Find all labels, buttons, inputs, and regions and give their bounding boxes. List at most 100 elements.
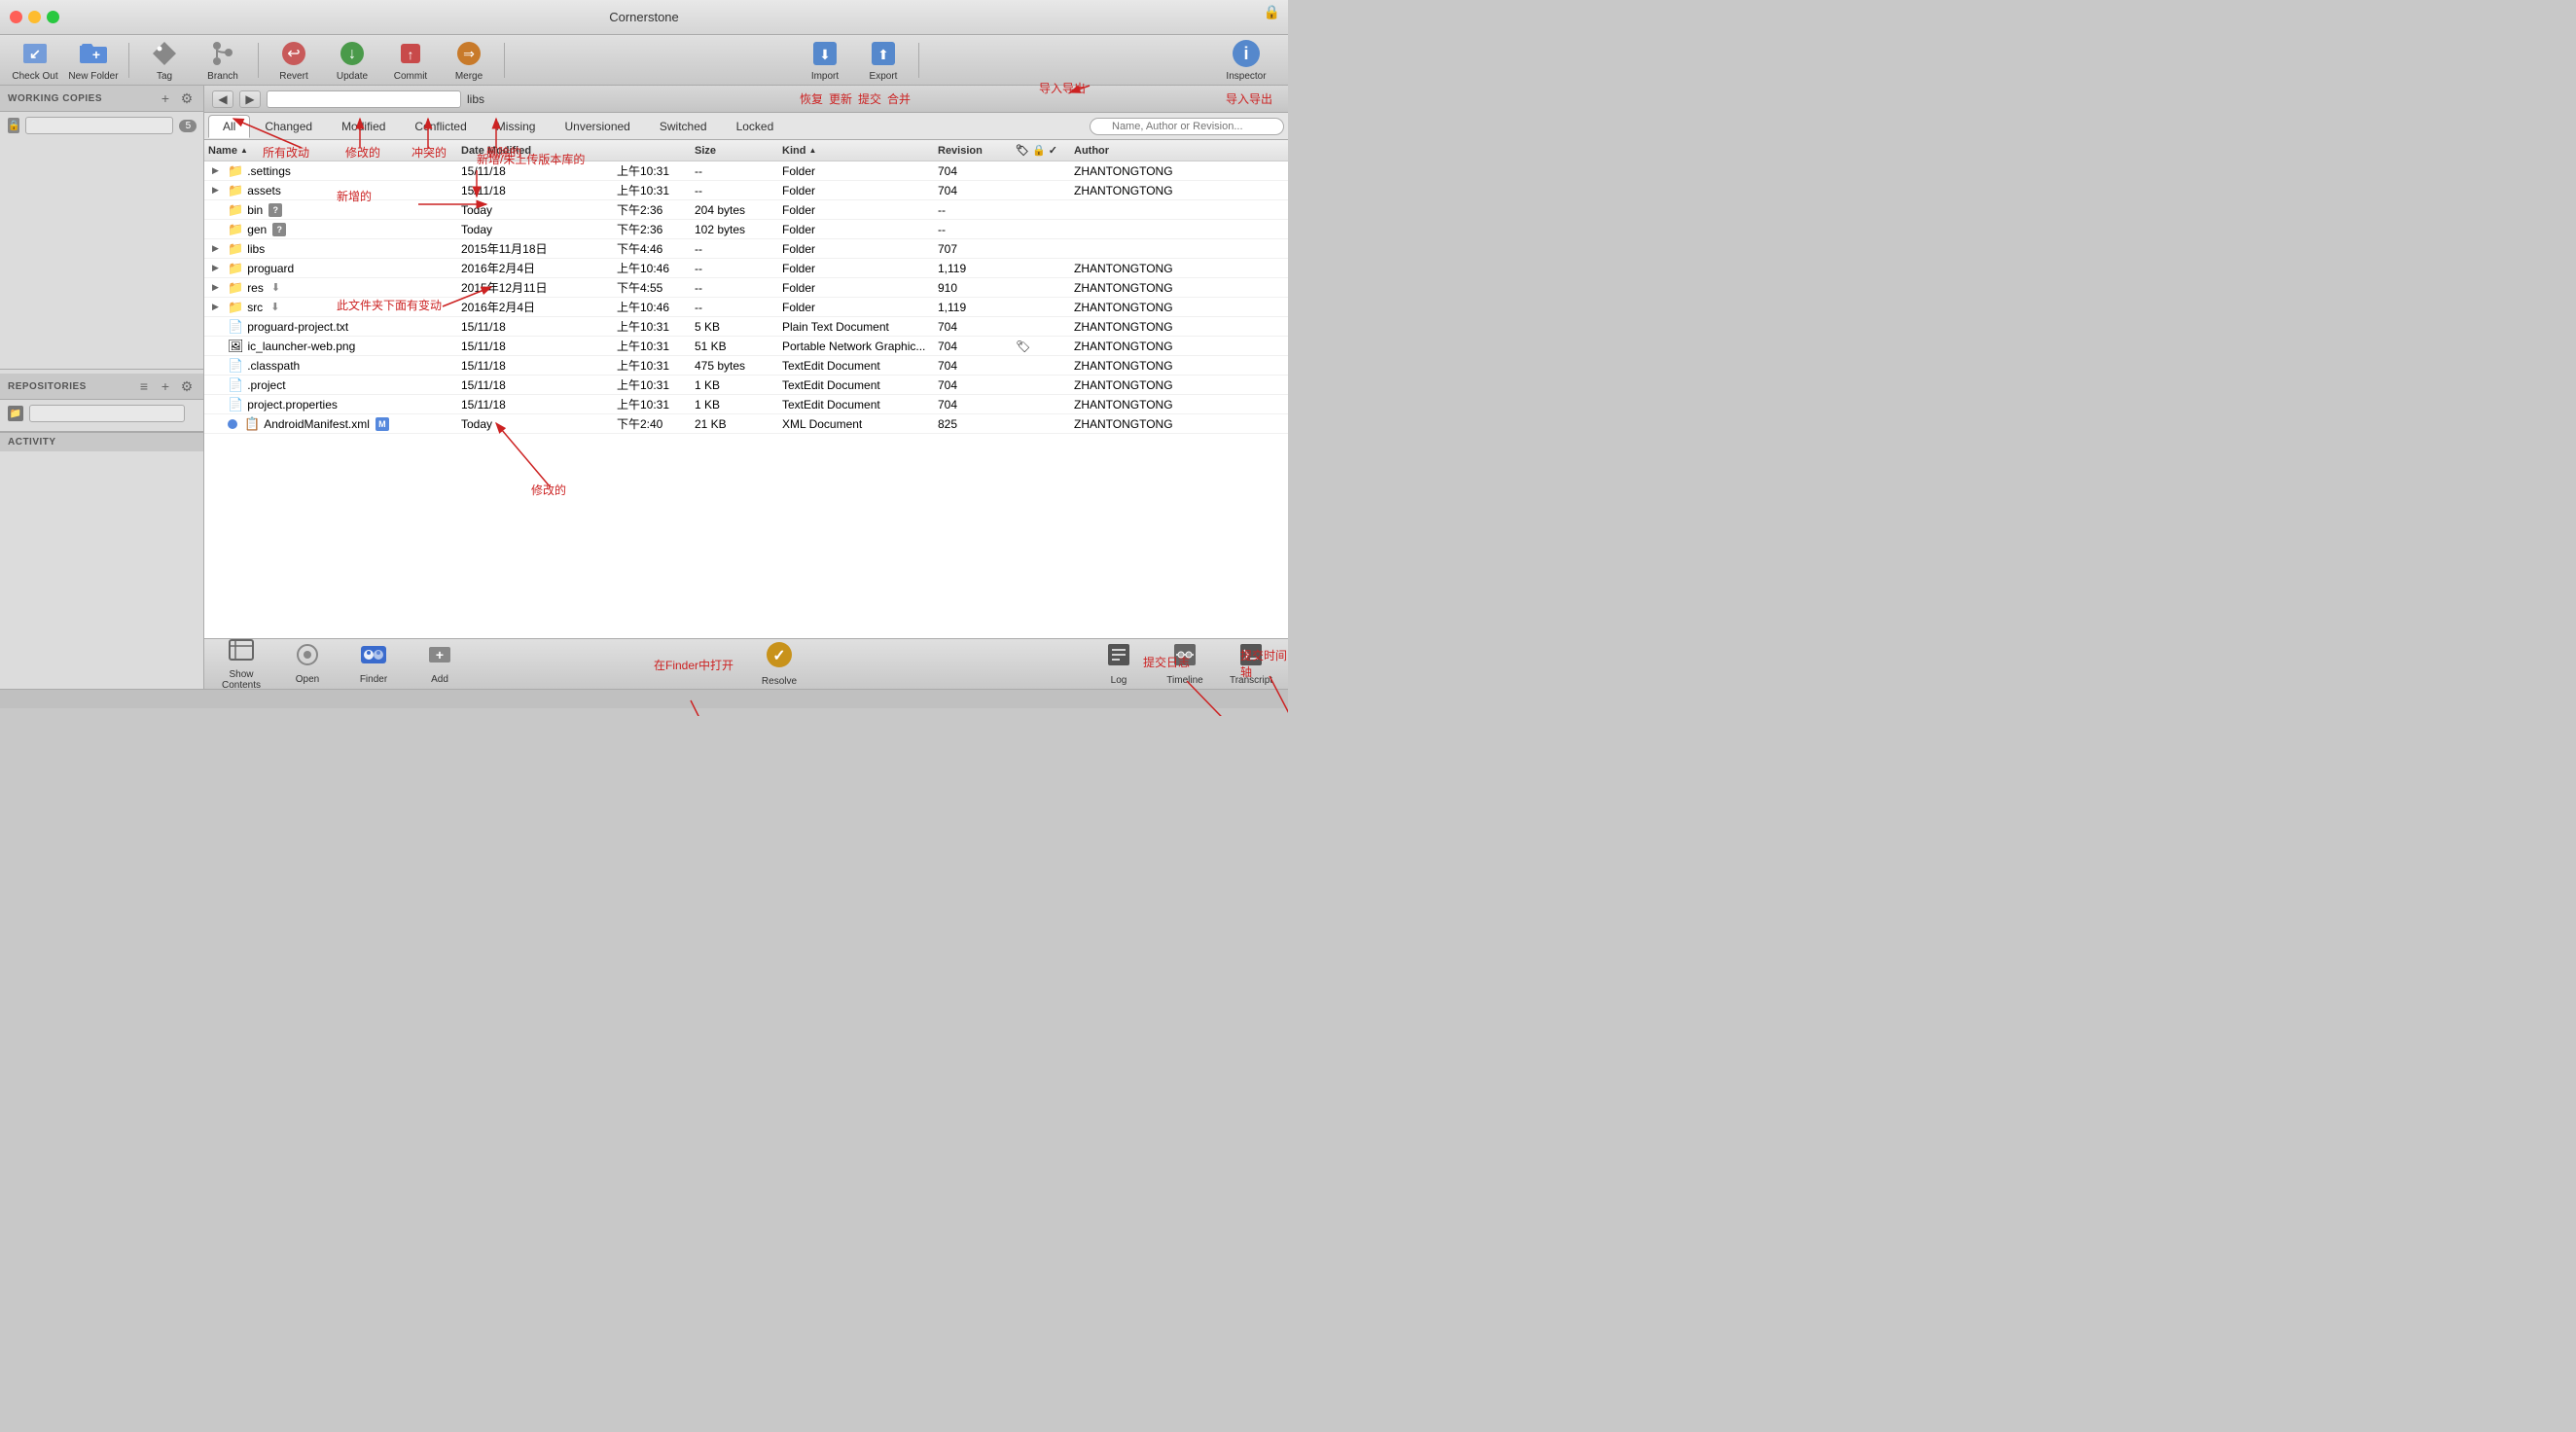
- tab-switched[interactable]: Switched: [645, 115, 722, 138]
- update-indicator: ⬇: [271, 281, 280, 294]
- forward-button[interactable]: ▶: [239, 90, 261, 108]
- tab-conflicted[interactable]: Conflicted: [400, 115, 481, 138]
- minimize-button[interactable]: [28, 11, 41, 23]
- tab-all[interactable]: All: [208, 115, 250, 138]
- show-contents-button[interactable]: Show Contents: [212, 642, 270, 687]
- table-row[interactable]: ▶ 📁 res ⬇ 2015年12月11日 下午4:55 -- Folder 9…: [204, 278, 1288, 298]
- tab-changed[interactable]: Changed: [250, 115, 327, 138]
- repo-item[interactable]: 📁: [0, 400, 203, 427]
- table-row[interactable]: ▶ 📁 libs 2015年11月18日 下午4:46 -- Folder 70…: [204, 239, 1288, 259]
- expand-arrow: ▶: [212, 243, 224, 254]
- repos-collapse-button[interactable]: ≡: [135, 377, 153, 395]
- folder-icon: 📁: [228, 261, 243, 276]
- row-name: gen: [247, 223, 267, 236]
- timeline-label: Timeline: [1166, 675, 1202, 686]
- tag-icon: [149, 38, 180, 69]
- row-name: .project: [247, 378, 285, 392]
- transcript-button[interactable]: Transcript: [1222, 642, 1280, 687]
- repo-input[interactable]: [29, 405, 185, 422]
- resolve-button[interactable]: ✓ Resolve: [750, 642, 808, 687]
- inspector-button[interactable]: i Inspector: [1212, 38, 1280, 83]
- branch-button[interactable]: Branch: [196, 38, 250, 83]
- export-button[interactable]: ⬆ Export: [856, 38, 911, 83]
- table-row[interactable]: ▶ 📁 src ⬇ 2016年2月4日 上午10:46 -- Folder 1,…: [204, 298, 1288, 317]
- add-button[interactable]: + Add: [411, 642, 469, 687]
- row-time: 上午10:46: [613, 299, 691, 315]
- working-copy-input[interactable]: [25, 117, 173, 134]
- show-contents-icon: [228, 638, 255, 667]
- table-row[interactable]: ▶ 📁 .settings 15/11/18 上午10:31 -- Folder…: [204, 161, 1288, 181]
- commit-action[interactable]: 提交: [858, 90, 881, 107]
- table-row[interactable]: 📁 gen ? Today 下午2:36 102 bytes Folder --: [204, 220, 1288, 239]
- revert-action[interactable]: 恢复: [800, 90, 823, 107]
- update-action[interactable]: 更新: [829, 90, 852, 107]
- import-export-action[interactable]: 导入导出: [1226, 90, 1272, 107]
- back-button[interactable]: ◀: [212, 90, 233, 108]
- row-revision: 704: [934, 184, 1012, 197]
- open-icon: [295, 643, 320, 672]
- table-row[interactable]: 📄 .project 15/11/18 上午10:31 1 KB TextEdi…: [204, 376, 1288, 395]
- table-row[interactable]: 📁 bin ? Today 下午2:36 204 bytes Folder --: [204, 200, 1288, 220]
- tab-modified[interactable]: Modified: [327, 115, 400, 138]
- row-name: .classpath: [247, 359, 300, 373]
- merge-action[interactable]: 合并: [887, 90, 911, 107]
- working-copy-item[interactable]: 🔒 5: [0, 112, 203, 139]
- close-button[interactable]: [10, 11, 22, 23]
- tab-missing[interactable]: Missing: [482, 115, 551, 138]
- col-header-name[interactable]: Name ▲: [204, 145, 457, 157]
- update-button[interactable]: ↓ Update: [325, 38, 379, 83]
- path-input[interactable]: [267, 90, 461, 108]
- commit-icon: ↑: [395, 38, 426, 69]
- sort-arrow: ▲: [240, 146, 248, 155]
- resolve-icon: ✓: [766, 641, 793, 674]
- finder-button[interactable]: Finder: [344, 642, 403, 687]
- table-row[interactable]: 📄 project.properties 15/11/18 上午10:31 1 …: [204, 395, 1288, 414]
- timeline-button[interactable]: Timeline: [1156, 642, 1214, 687]
- tab-locked[interactable]: Locked: [722, 115, 789, 138]
- tag-button[interactable]: Tag: [137, 38, 192, 83]
- table-row[interactable]: 🖼 ic_launcher-web.png 15/11/18 上午10:31 5…: [204, 337, 1288, 356]
- search-wrap: 🔍: [1090, 118, 1284, 135]
- branch-label: Branch: [207, 71, 238, 82]
- table-row[interactable]: 📋 AndroidManifest.xml M Today 下午2:40 21 …: [204, 414, 1288, 434]
- row-name: AndroidManifest.xml: [264, 417, 370, 431]
- row-size: 5 KB: [691, 320, 778, 334]
- add-repo-button[interactable]: +: [157, 377, 174, 395]
- row-size: 102 bytes: [691, 223, 778, 236]
- checkout-button[interactable]: ↙ Check Out: [8, 38, 62, 83]
- svg-text:⇒: ⇒: [463, 46, 475, 61]
- repo-settings-button[interactable]: ⚙: [178, 377, 196, 395]
- window-title: Cornerstone: [609, 10, 679, 24]
- svg-text:↩: ↩: [287, 46, 300, 62]
- row-kind: Portable Network Graphic...: [778, 340, 934, 353]
- revert-button[interactable]: ↩ Revert: [267, 38, 321, 83]
- search-input[interactable]: [1090, 118, 1284, 135]
- row-date: 15/11/18: [457, 378, 613, 392]
- working-copy-settings-button[interactable]: ⚙: [178, 90, 196, 107]
- maximize-button[interactable]: [47, 11, 59, 23]
- row-date: Today: [457, 203, 613, 217]
- row-kind: Folder: [778, 164, 934, 178]
- log-button[interactable]: Log: [1090, 642, 1148, 687]
- col-header-kind[interactable]: Kind ▲: [778, 145, 934, 157]
- svg-text:+: +: [92, 47, 100, 62]
- commit-button[interactable]: ↑ Commit: [383, 38, 438, 83]
- col-header-date[interactable]: Date Modified: [457, 145, 613, 157]
- add-working-copy-button[interactable]: +: [157, 90, 174, 107]
- newfolder-button[interactable]: + New Folder: [66, 38, 121, 83]
- col-header-revision[interactable]: Revision: [934, 145, 1012, 157]
- table-row[interactable]: ▶ 📁 proguard 2016年2月4日 上午10:46 -- Folder…: [204, 259, 1288, 278]
- activity-label: ACTIVITY: [8, 437, 56, 448]
- table-row[interactable]: ▶ 📁 assets 15/11/18 上午10:31 -- Folder 70…: [204, 181, 1288, 200]
- open-button[interactable]: Open: [278, 642, 337, 687]
- import-button[interactable]: ⬇ Import: [798, 38, 852, 83]
- table-row[interactable]: 📄 .classpath 15/11/18 上午10:31 475 bytes …: [204, 356, 1288, 376]
- row-revision: 704: [934, 320, 1012, 334]
- repositories-label: REPOSITORIES: [8, 381, 87, 392]
- export-label: Export: [870, 71, 898, 82]
- tab-unversioned[interactable]: Unversioned: [550, 115, 644, 138]
- merge-button[interactable]: ⇒ Merge: [442, 38, 496, 83]
- expand-arrow: ▶: [212, 185, 224, 196]
- separator-1: [128, 43, 129, 78]
- table-row[interactable]: 📄 proguard-project.txt 15/11/18 上午10:31 …: [204, 317, 1288, 337]
